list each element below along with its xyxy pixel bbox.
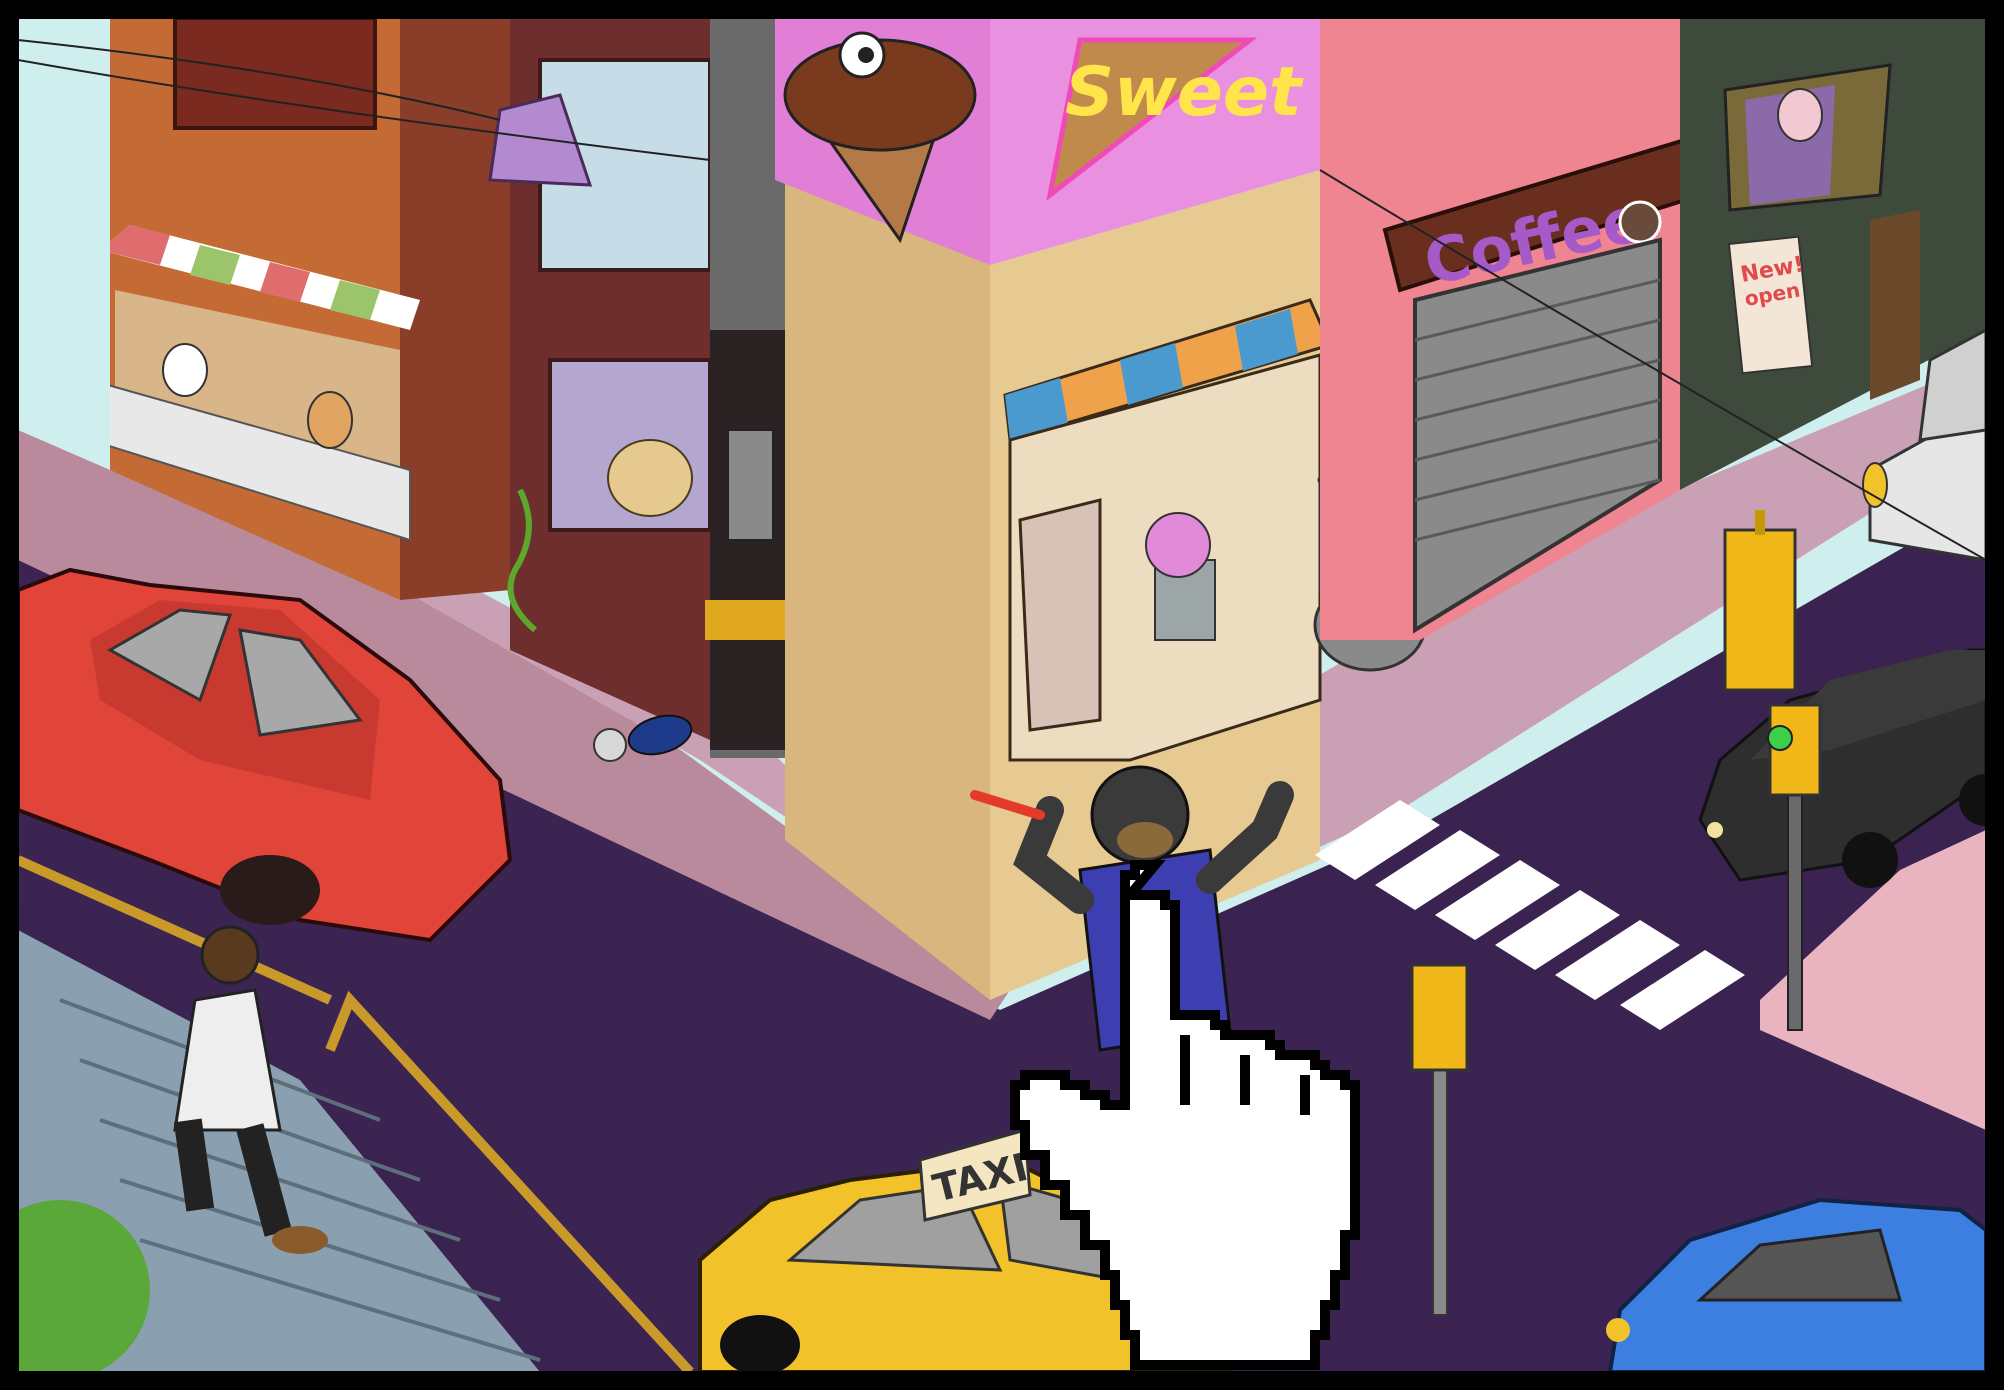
game-scene: Sweet Coffee New! open TAXI xyxy=(0,0,2004,1390)
orange-cat xyxy=(307,391,353,449)
pedestrian-signal xyxy=(1723,510,1797,692)
shop-window xyxy=(1018,498,1102,732)
coffee-bean-icon xyxy=(1618,200,1662,244)
green-building-door xyxy=(1870,210,1920,400)
white-cat xyxy=(162,343,208,397)
teddy-bear xyxy=(607,439,693,517)
green-signal-icon xyxy=(1767,725,1793,751)
sweet-sign-text: Sweet xyxy=(1065,53,1304,132)
bunny-character xyxy=(1777,88,1823,142)
street-scene-canvas: Sweet Coffee New! open TAXI xyxy=(0,0,2004,1390)
